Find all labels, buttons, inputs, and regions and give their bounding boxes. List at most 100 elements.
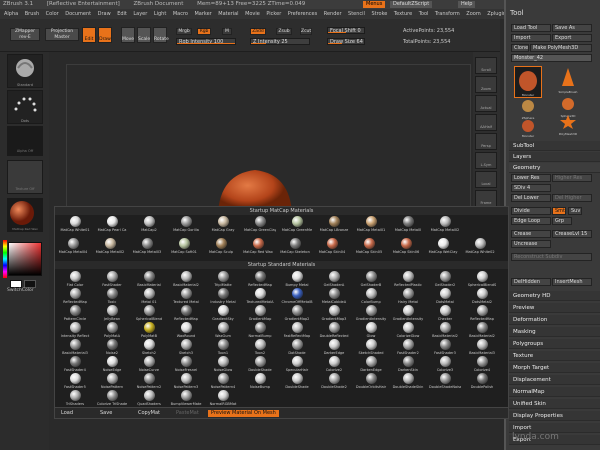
- menu-movie[interactable]: Movie: [245, 9, 260, 19]
- matcap-swatch[interactable]: MatCap GreenMe: [281, 216, 313, 235]
- view-local-button[interactable]: Local: [475, 171, 497, 188]
- menu-tool[interactable]: Tool: [419, 9, 429, 19]
- hue-strip[interactable]: [3, 240, 7, 278]
- insert-mesh-button[interactable]: InsertMesh: [552, 278, 592, 286]
- section-unified-skin[interactable]: Unified Skin: [509, 399, 600, 409]
- color-picker-square[interactable]: [8, 242, 42, 276]
- standard-material-swatch[interactable]: DoubleShadeSkin: [392, 373, 424, 392]
- uncrease-button[interactable]: Uncrease: [511, 240, 551, 248]
- matcap-swatch[interactable]: MatCap Soft01: [168, 238, 200, 257]
- matcap-swatch[interactable]: MatCap GreenClay: [244, 216, 276, 235]
- section-normalmap[interactable]: NormalMap: [509, 387, 600, 397]
- current-tool-slider[interactable]: Monster_42: [511, 54, 592, 62]
- menu-preferences[interactable]: Preferences: [288, 9, 317, 19]
- matcap-swatch[interactable]: MatCap Gray: [207, 216, 239, 235]
- view-scroll-button[interactable]: Scroll: [475, 57, 497, 74]
- help-button[interactable]: Help: [458, 1, 476, 8]
- geometry-section[interactable]: Geometry: [509, 163, 600, 173]
- standard-material-swatch[interactable]: NoiseBump: [244, 373, 276, 392]
- edge-loop-button[interactable]: Edge Loop: [511, 217, 551, 225]
- mrgb-button[interactable]: Mrgb: [176, 28, 192, 35]
- section-deformation[interactable]: Deformation: [509, 315, 600, 325]
- tool-thumb-monster[interactable]: Monster: [514, 66, 542, 98]
- standard-material-swatch[interactable]: DoubleShadeNoise: [429, 373, 461, 392]
- del-higher-button[interactable]: Del Higher: [552, 194, 592, 202]
- menu-render[interactable]: Render: [324, 9, 342, 19]
- section-masking[interactable]: Masking: [509, 327, 600, 337]
- tool-thumb-simplebrush[interactable]: SimpleBrush: [554, 66, 582, 96]
- matcap-swatch[interactable]: MatCap Skin06: [390, 238, 422, 257]
- menu-material[interactable]: Material: [218, 9, 238, 19]
- standard-material-swatch[interactable]: DoublePolish: [466, 373, 498, 392]
- rgb-intensity-slider[interactable]: Rgb Intensity 100: [176, 38, 236, 45]
- zadd-button[interactable]: Zadd: [250, 28, 266, 35]
- edit-button[interactable]: Edit: [82, 27, 96, 43]
- view-frame-button[interactable]: Frame: [475, 190, 497, 207]
- switch-color-button[interactable]: SwitchColor: [7, 288, 34, 293]
- section-preview[interactable]: Preview: [509, 303, 600, 313]
- matcap-swatch[interactable]: MatCap LBronze: [318, 216, 350, 235]
- load-tool-button[interactable]: Load Tool: [511, 24, 551, 32]
- brush-standard-button[interactable]: Standard: [7, 54, 43, 88]
- menu-alpha[interactable]: Alpha: [4, 9, 18, 19]
- menu-stencil[interactable]: Stencil: [348, 9, 365, 19]
- alpha-off-button[interactable]: Alpha Off: [7, 126, 43, 156]
- menu-texture[interactable]: Texture: [394, 9, 412, 19]
- menu-marker[interactable]: Marker: [194, 9, 211, 19]
- menu-zoom[interactable]: Zoom: [466, 9, 480, 19]
- matcap-swatch[interactable]: MatCap Pearl Ca: [96, 216, 128, 235]
- suv-toggle[interactable]: Suv: [568, 207, 582, 215]
- section-display-properties[interactable]: Display Properties: [509, 411, 600, 421]
- export-button[interactable]: Export: [552, 34, 592, 42]
- matcap-swatch[interactable]: MatCap Metal02: [94, 238, 126, 257]
- menu-layer[interactable]: Layer: [133, 9, 147, 19]
- load-material-button[interactable]: Load: [58, 410, 73, 417]
- save-as-button[interactable]: Save As: [552, 24, 592, 32]
- matcap-swatch[interactable]: MatCap White01: [59, 216, 91, 235]
- tool-thumb-zsphere[interactable]: ZSphere: [514, 98, 542, 120]
- crease-button[interactable]: Crease: [511, 230, 551, 238]
- import-button[interactable]: Import: [511, 34, 551, 42]
- matcap-swatch[interactable]: MatCap Skin05: [353, 238, 385, 257]
- view-aahalf-button[interactable]: AAHalf: [475, 114, 497, 131]
- matcap-swatch[interactable]: MatCap White02: [464, 238, 496, 257]
- stroke-dots-button[interactable]: Dots: [7, 90, 43, 124]
- secondary-color-swatch[interactable]: [24, 280, 36, 288]
- view-actual-button[interactable]: Actual: [475, 95, 497, 112]
- zsub-button[interactable]: Zsub: [276, 28, 292, 35]
- layers-section[interactable]: Layers: [509, 152, 600, 162]
- smt-toggle[interactable]: Smt: [552, 207, 566, 215]
- rotate-button[interactable]: Rotate: [153, 27, 169, 43]
- menu-light[interactable]: Light: [154, 9, 166, 19]
- make-polymesh-button[interactable]: Make PolyMesh3D: [530, 44, 592, 52]
- matcap-swatch[interactable]: MatCap Metal0: [392, 216, 424, 235]
- menu-brush[interactable]: Brush: [25, 9, 39, 19]
- divide-button[interactable]: Divide: [511, 207, 551, 215]
- grp-toggle[interactable]: Grp: [552, 217, 572, 225]
- del-lower-button[interactable]: Del Lower: [511, 194, 551, 202]
- subtool-section[interactable]: SubTool: [509, 141, 600, 151]
- menu-draw[interactable]: Draw: [98, 9, 111, 19]
- m-button[interactable]: M: [222, 28, 232, 35]
- sdiv-slider[interactable]: SDiv 4: [511, 184, 551, 192]
- matcap-swatch[interactable]: MatCap Red Wax: [242, 238, 274, 257]
- focal-shift-slider[interactable]: Focal Shift 0: [327, 27, 365, 34]
- crease-level-slider[interactable]: CreaseLvl 15: [552, 230, 592, 238]
- projection-master-button[interactable]: Projection Master: [45, 28, 79, 41]
- view-persp-button[interactable]: Persp: [475, 133, 497, 150]
- menu-document[interactable]: Document: [65, 9, 91, 19]
- move-button[interactable]: Move: [121, 27, 135, 43]
- menu-edit[interactable]: Edit: [117, 9, 127, 19]
- matcap-swatch[interactable]: MatCap WetClay: [427, 238, 459, 257]
- view-zoom-button[interactable]: Zoom: [475, 76, 497, 93]
- standard-material-swatch[interactable]: DoubleOrbitsHair: [355, 373, 387, 392]
- menus-toggle-button[interactable]: Menus: [363, 1, 386, 8]
- draw-button[interactable]: Draw: [98, 27, 112, 43]
- section-texture[interactable]: Texture: [509, 351, 600, 361]
- standard-material-swatch[interactable]: DoubleShade2: [318, 373, 350, 392]
- scale-button[interactable]: Scale: [137, 27, 151, 43]
- del-hidden-button[interactable]: DelHidden: [511, 278, 551, 286]
- menu-color[interactable]: Color: [46, 9, 59, 19]
- matcap-swatch[interactable]: MatCap Metal03: [131, 238, 163, 257]
- matcap-swatch[interactable]: MatCap Metal01: [355, 216, 387, 235]
